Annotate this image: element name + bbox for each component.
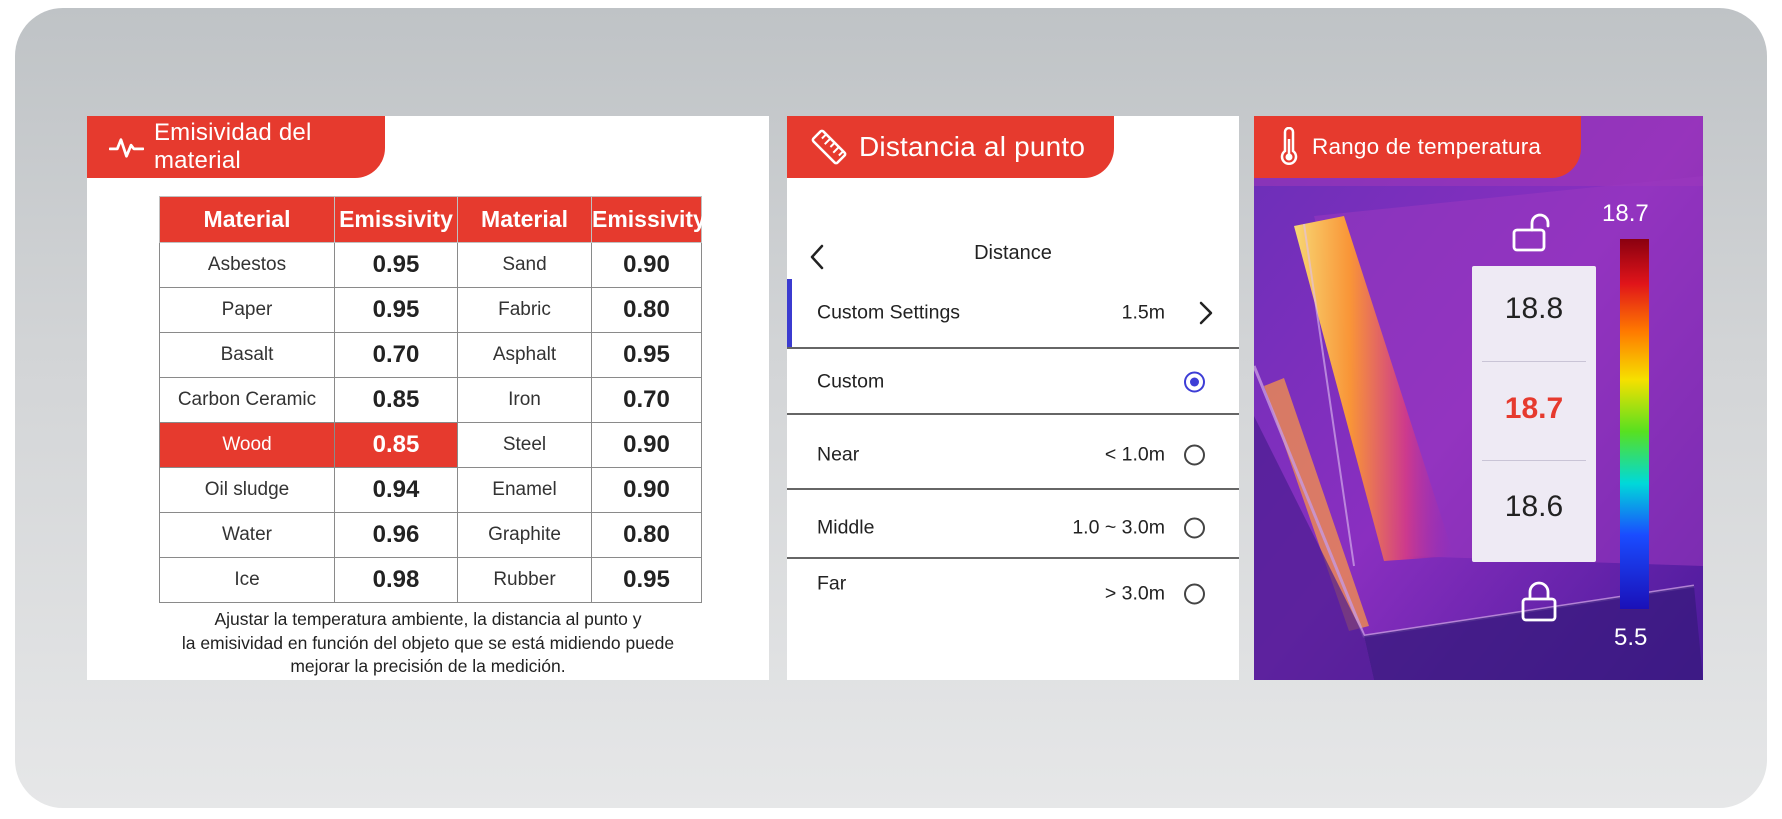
option-label: Middle bbox=[817, 516, 875, 539]
option-label: Custom bbox=[817, 370, 885, 393]
option-label: Far bbox=[817, 572, 847, 595]
emissivity-cell: 0.90 bbox=[591, 422, 702, 468]
emissivity-cell: 0.85 bbox=[334, 377, 458, 423]
lock-icon[interactable] bbox=[1519, 579, 1559, 623]
temperature-picker[interactable]: 18.8 18.7 18.6 bbox=[1472, 266, 1596, 562]
table-row: Carbon Ceramic 0.85 Iron 0.70 bbox=[159, 377, 702, 423]
temperature-tab: Rango de temperatura bbox=[1254, 116, 1581, 178]
radio-button[interactable] bbox=[1184, 517, 1205, 539]
scale-max-label: 18.7 bbox=[1602, 200, 1649, 227]
table-row: Oil sludge 0.94 Enamel 0.90 bbox=[159, 467, 702, 513]
option-value: > 3.0m bbox=[1104, 582, 1165, 605]
scale-min-label: 5.5 bbox=[1614, 624, 1648, 651]
table-row: Ice 0.98 Rubber 0.95 bbox=[159, 557, 702, 603]
material-cell: Iron bbox=[457, 377, 592, 423]
emissivity-cell: 0.95 bbox=[591, 557, 702, 603]
picker-option[interactable]: 18.8 bbox=[1472, 292, 1596, 326]
emissivity-tab-title: Emisividad del material bbox=[153, 119, 312, 174]
activity-pulse-icon bbox=[109, 138, 144, 158]
caption-line: mejorar la precisión de la medición. bbox=[290, 656, 566, 676]
material-cell: Oil sludge bbox=[159, 467, 335, 513]
temperature-panel: Rango de temperatura 18.8 18.7 18.6 18.7… bbox=[1254, 116, 1703, 680]
emissivity-cell: 0.80 bbox=[591, 512, 702, 558]
table-row: Water 0.96 Graphite 0.80 bbox=[159, 512, 702, 558]
material-cell: Enamel bbox=[457, 467, 592, 513]
material-cell: Fabric bbox=[457, 287, 592, 333]
emissivity-cell: 0.70 bbox=[334, 332, 458, 378]
emissivity-cell: 0.95 bbox=[334, 287, 458, 333]
emissivity-cell: 0.96 bbox=[334, 512, 458, 558]
table-row: Asbestos 0.95 Sand 0.90 bbox=[159, 242, 702, 288]
material-cell: Asbestos bbox=[159, 242, 335, 288]
distance-panel: Distancia al punto Distance Custom Setti… bbox=[787, 116, 1239, 680]
table-row: Basalt 0.70 Asphalt 0.95 bbox=[159, 332, 702, 378]
custom-settings-label: Custom Settings bbox=[817, 301, 961, 324]
ruler-icon bbox=[811, 129, 847, 165]
emissivity-tab: Emisividad del material bbox=[87, 116, 385, 178]
product-card-frame: Emisividad del material Material Emissiv… bbox=[15, 8, 1767, 808]
picker-divider bbox=[1482, 460, 1586, 461]
chevron-right-icon bbox=[1199, 301, 1213, 325]
emissivity-cell: 0.85 bbox=[334, 422, 458, 468]
material-cell: Rubber bbox=[457, 557, 592, 603]
emissivity-cell: 0.95 bbox=[591, 332, 702, 378]
distance-tab: Distancia al punto bbox=[787, 116, 1114, 178]
custom-settings-row[interactable]: Custom Settings 1.5m bbox=[787, 283, 1239, 343]
emissivity-cell: 0.95 bbox=[334, 242, 458, 288]
custom-settings-value: 1.5m bbox=[1121, 301, 1165, 324]
emissivity-cell: 0.70 bbox=[591, 377, 702, 423]
option-value: < 1.0m bbox=[1104, 443, 1165, 466]
option-near-row[interactable]: Near < 1.0m bbox=[787, 425, 1239, 485]
picker-option-selected[interactable]: 18.7 bbox=[1472, 392, 1596, 426]
thermometer-icon bbox=[1280, 127, 1298, 165]
emissivity-cell: 0.90 bbox=[591, 242, 702, 288]
divider bbox=[787, 488, 1239, 490]
column-header: Emissivity bbox=[591, 196, 706, 243]
material-cell: Carbon Ceramic bbox=[159, 377, 335, 423]
column-header: Material bbox=[159, 196, 335, 243]
column-header: Emissivity bbox=[334, 196, 458, 243]
material-cell: Graphite bbox=[457, 512, 592, 558]
table-row: Paper 0.95 Fabric 0.80 bbox=[159, 287, 702, 333]
option-label: Near bbox=[817, 443, 860, 466]
material-cell: Wood bbox=[159, 422, 335, 468]
material-cell: Ice bbox=[159, 557, 335, 603]
option-custom-row[interactable]: Custom bbox=[787, 352, 1239, 412]
material-cell: Water bbox=[159, 512, 335, 558]
emissivity-cell: 0.94 bbox=[334, 467, 458, 513]
distance-screen-title: Distance bbox=[974, 242, 1052, 264]
divider bbox=[787, 413, 1239, 415]
caption-line: la emisividad en función del objeto que … bbox=[181, 632, 675, 653]
material-cell: Steel bbox=[457, 422, 592, 468]
column-header: Material bbox=[457, 196, 592, 243]
emissivity-panel: Emisividad del material Material Emissiv… bbox=[87, 116, 769, 680]
temperature-tab-title: Rango de temperatura bbox=[1312, 134, 1542, 159]
option-middle-row[interactable]: Middle 1.0 ~ 3.0m bbox=[787, 498, 1239, 558]
option-value: 1.0 ~ 3.0m bbox=[1072, 516, 1165, 539]
emissivity-cell: 0.90 bbox=[591, 467, 702, 513]
material-cell: Sand bbox=[457, 242, 592, 288]
table-row-highlighted: Wood 0.85 Steel 0.90 bbox=[159, 422, 702, 468]
table-header-row: Material Emissivity Material Emissivity bbox=[159, 196, 706, 243]
divider bbox=[787, 347, 1239, 349]
caption-line: Ajustar la temperatura ambiente, la dist… bbox=[214, 609, 642, 629]
emissivity-cell: 0.98 bbox=[334, 557, 458, 603]
color-scale-bar bbox=[1620, 239, 1649, 609]
radio-button[interactable] bbox=[1184, 583, 1205, 605]
emissivity-caption: Ajustar la temperatura ambiente, la dist… bbox=[87, 608, 769, 679]
option-far-row[interactable]: Far > 3.0m bbox=[787, 559, 1239, 619]
emissivity-table: Material Emissivity Material Emissivity … bbox=[159, 196, 706, 603]
picker-divider bbox=[1482, 361, 1586, 362]
unlock-icon[interactable] bbox=[1510, 210, 1554, 254]
material-cell: Paper bbox=[159, 287, 335, 333]
material-cell: Basalt bbox=[159, 332, 335, 378]
distance-tab-title: Distancia al punto bbox=[859, 131, 1086, 162]
radio-button-selected[interactable] bbox=[1184, 371, 1205, 393]
material-cell: Asphalt bbox=[457, 332, 592, 378]
emissivity-cell: 0.80 bbox=[591, 287, 702, 333]
radio-button[interactable] bbox=[1184, 444, 1205, 466]
picker-option[interactable]: 18.6 bbox=[1472, 490, 1596, 524]
